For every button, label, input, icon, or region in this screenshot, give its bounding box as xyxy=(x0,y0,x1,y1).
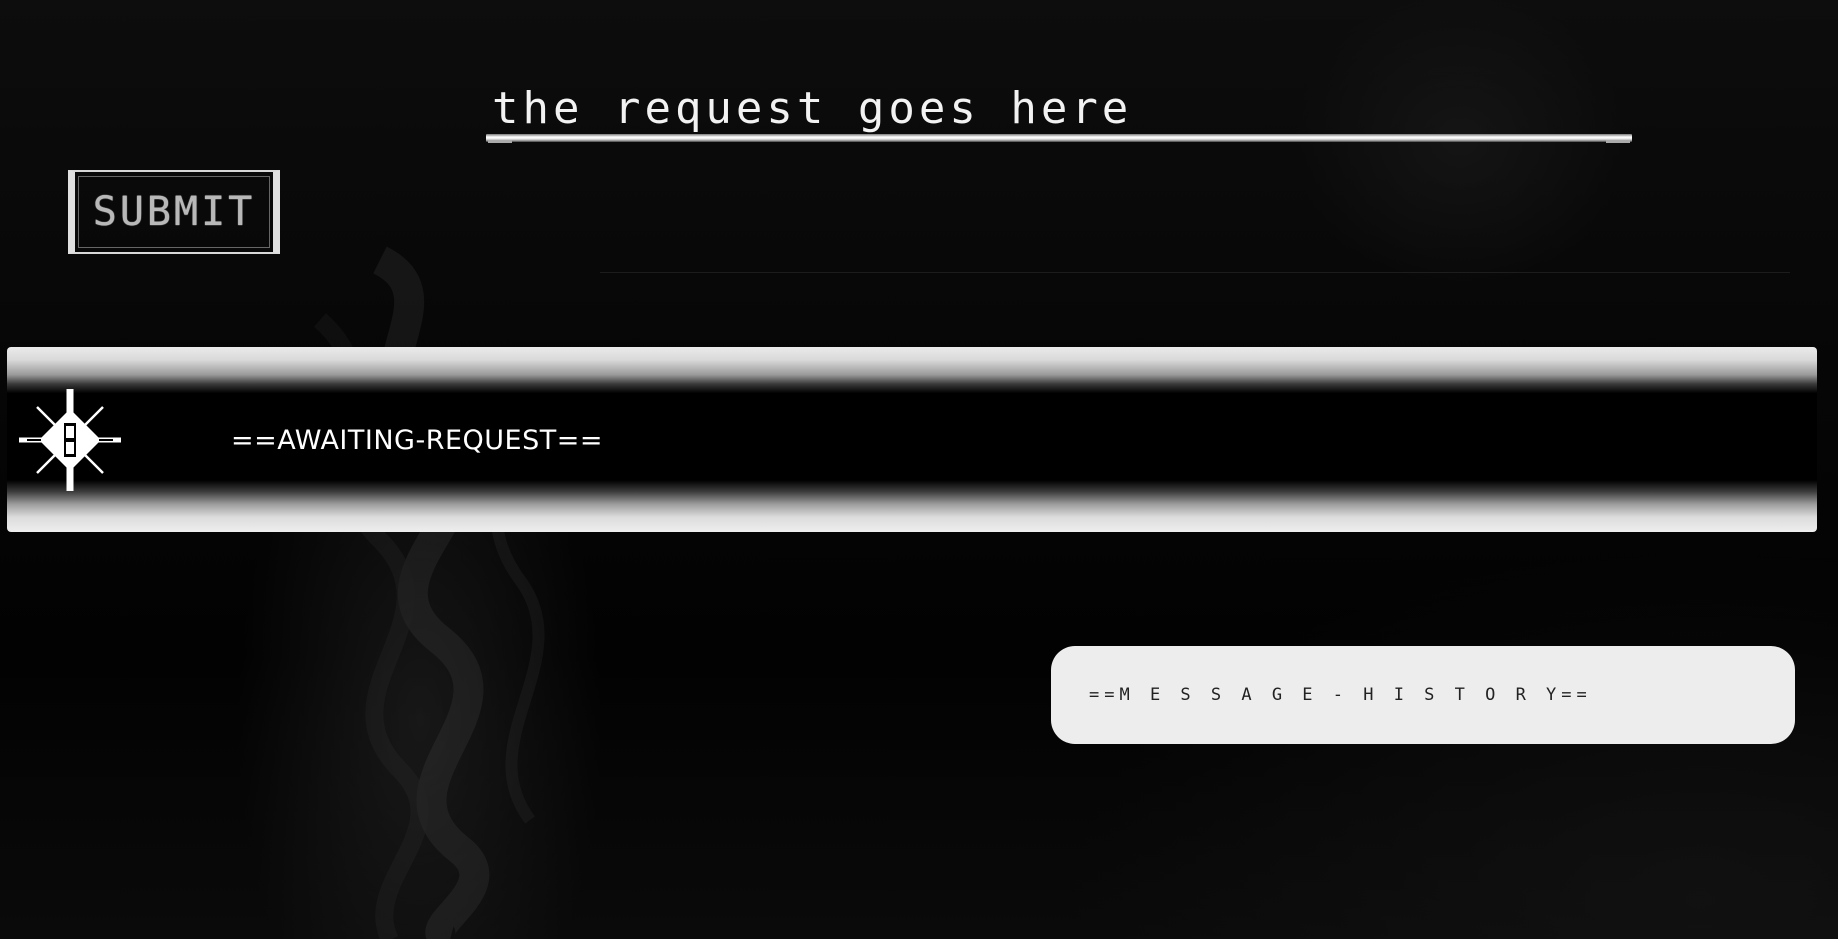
message-history-title: ==M E S S A G E - H I S T O R Y== xyxy=(1089,685,1592,705)
submit-button-label: SUBMIT xyxy=(92,189,256,235)
divider xyxy=(600,272,1790,273)
submit-button[interactable]: SUBMIT xyxy=(68,170,280,254)
status-text: ==AWAITING-REQUEST== xyxy=(231,425,603,456)
request-input[interactable] xyxy=(486,82,1630,134)
background-texture xyxy=(313,246,545,939)
status-banner: ==AWAITING-REQUEST== xyxy=(7,347,1817,532)
page: SUBMIT ==AWAITING-REQUEST== ==M E S S A … xyxy=(0,0,1838,939)
message-history-panel: ==M E S S A G E - H I S T O R Y== xyxy=(1051,646,1795,744)
request-input-underline xyxy=(486,134,1632,143)
compass-star-icon xyxy=(19,389,121,491)
